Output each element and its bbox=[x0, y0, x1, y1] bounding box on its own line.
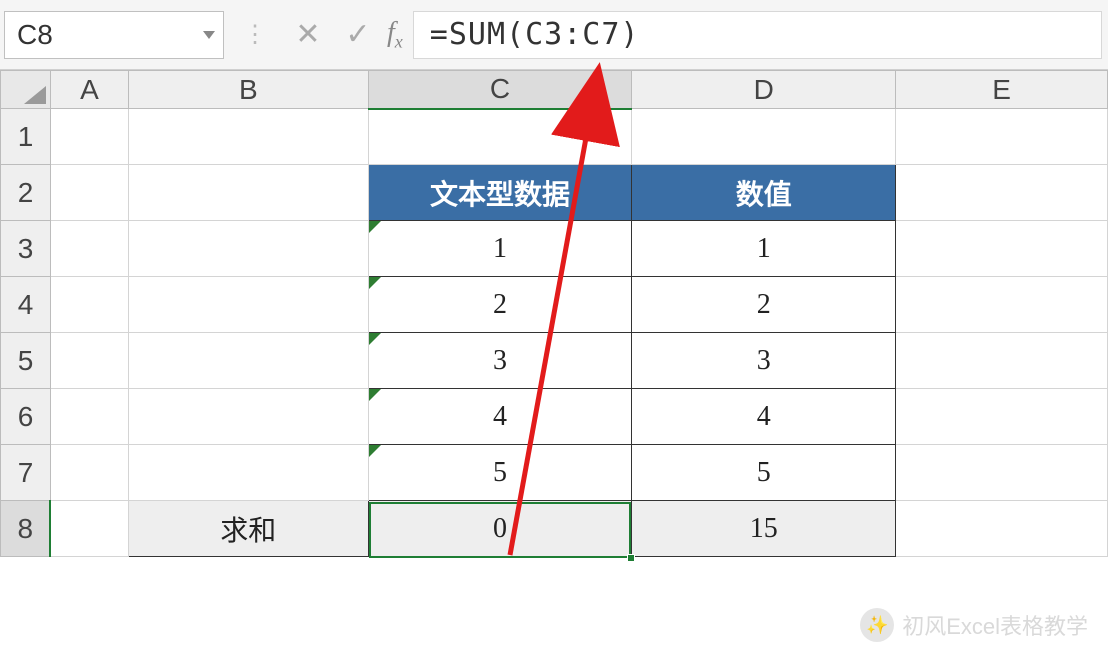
cell-a7[interactable] bbox=[50, 445, 128, 501]
cell-b6[interactable] bbox=[128, 389, 368, 445]
cell-c8[interactable]: 0 bbox=[368, 501, 632, 557]
cell-e1[interactable] bbox=[896, 109, 1108, 165]
cell-b7[interactable] bbox=[128, 445, 368, 501]
column-header-a[interactable]: A bbox=[50, 71, 128, 109]
cell-b1[interactable] bbox=[128, 109, 368, 165]
cell-a6[interactable] bbox=[50, 389, 128, 445]
cell-a3[interactable] bbox=[50, 221, 128, 277]
cell-c3[interactable]: 1 bbox=[368, 221, 632, 277]
cell-e2[interactable] bbox=[896, 165, 1108, 221]
row-header-6[interactable]: 6 bbox=[1, 389, 51, 445]
fx-icon[interactable]: fx bbox=[383, 17, 413, 53]
cell-c7[interactable]: 5 bbox=[368, 445, 632, 501]
cell-a1[interactable] bbox=[50, 109, 128, 165]
cell-a5[interactable] bbox=[50, 333, 128, 389]
cell-d5[interactable]: 3 bbox=[632, 333, 896, 389]
cell-c5[interactable]: 3 bbox=[368, 333, 632, 389]
fill-handle[interactable] bbox=[627, 554, 635, 562]
cell-b4[interactable] bbox=[128, 277, 368, 333]
cell-e6[interactable] bbox=[896, 389, 1108, 445]
cell-b2[interactable] bbox=[128, 165, 368, 221]
watermark: ✨ 初风Excel表格教学 bbox=[860, 608, 1088, 642]
cell-b3[interactable] bbox=[128, 221, 368, 277]
cell-d6[interactable]: 4 bbox=[632, 389, 896, 445]
cell-e7[interactable] bbox=[896, 445, 1108, 501]
select-all-corner[interactable] bbox=[1, 71, 51, 109]
spreadsheet-grid: A B C D E 1 2 文本型数据 数值 3 1 1 4 2 2 5 bbox=[0, 70, 1108, 557]
row-header-3[interactable]: 3 bbox=[1, 221, 51, 277]
cell-c4[interactable]: 2 bbox=[368, 277, 632, 333]
cell-b8[interactable]: 求和 bbox=[128, 501, 368, 557]
row-header-5[interactable]: 5 bbox=[1, 333, 51, 389]
formula-bar: C8 ⋮ ✕ ✓ fx =SUM(C3:C7) bbox=[0, 0, 1108, 70]
row-header-7[interactable]: 7 bbox=[1, 445, 51, 501]
cell-d1[interactable] bbox=[632, 109, 896, 165]
cell-d2[interactable]: 数值 bbox=[632, 165, 896, 221]
wechat-icon: ✨ bbox=[860, 608, 894, 642]
cell-c6[interactable]: 4 bbox=[368, 389, 632, 445]
cell-e8[interactable] bbox=[896, 501, 1108, 557]
formula-input[interactable]: =SUM(C3:C7) bbox=[413, 11, 1102, 59]
row-header-4[interactable]: 4 bbox=[1, 277, 51, 333]
chevron-down-icon[interactable] bbox=[203, 31, 215, 39]
row-header-8[interactable]: 8 bbox=[1, 501, 51, 557]
separator-icon: ⋮ bbox=[229, 20, 283, 49]
column-header-b[interactable]: B bbox=[128, 71, 368, 109]
watermark-text: 初风Excel表格教学 bbox=[902, 609, 1088, 641]
cancel-button[interactable]: ✕ bbox=[283, 11, 333, 59]
cell-c1[interactable] bbox=[368, 109, 632, 165]
cell-a2[interactable] bbox=[50, 165, 128, 221]
column-header-d[interactable]: D bbox=[632, 71, 896, 109]
cell-d4[interactable]: 2 bbox=[632, 277, 896, 333]
cell-e3[interactable] bbox=[896, 221, 1108, 277]
cell-c2[interactable]: 文本型数据 bbox=[368, 165, 632, 221]
cell-e5[interactable] bbox=[896, 333, 1108, 389]
cell-a4[interactable] bbox=[50, 277, 128, 333]
name-box[interactable]: C8 bbox=[4, 11, 224, 59]
accept-button[interactable]: ✓ bbox=[333, 11, 383, 59]
cell-e4[interactable] bbox=[896, 277, 1108, 333]
cell-a8[interactable] bbox=[50, 501, 128, 557]
cell-d3[interactable]: 1 bbox=[632, 221, 896, 277]
formula-text: =SUM(C3:C7) bbox=[430, 17, 640, 52]
column-header-c[interactable]: C bbox=[368, 71, 632, 109]
name-box-value: C8 bbox=[17, 19, 53, 51]
cell-d8[interactable]: 15 bbox=[632, 501, 896, 557]
cell-b5[interactable] bbox=[128, 333, 368, 389]
column-header-e[interactable]: E bbox=[896, 71, 1108, 109]
cell-d7[interactable]: 5 bbox=[632, 445, 896, 501]
row-header-2[interactable]: 2 bbox=[1, 165, 51, 221]
row-header-1[interactable]: 1 bbox=[1, 109, 51, 165]
